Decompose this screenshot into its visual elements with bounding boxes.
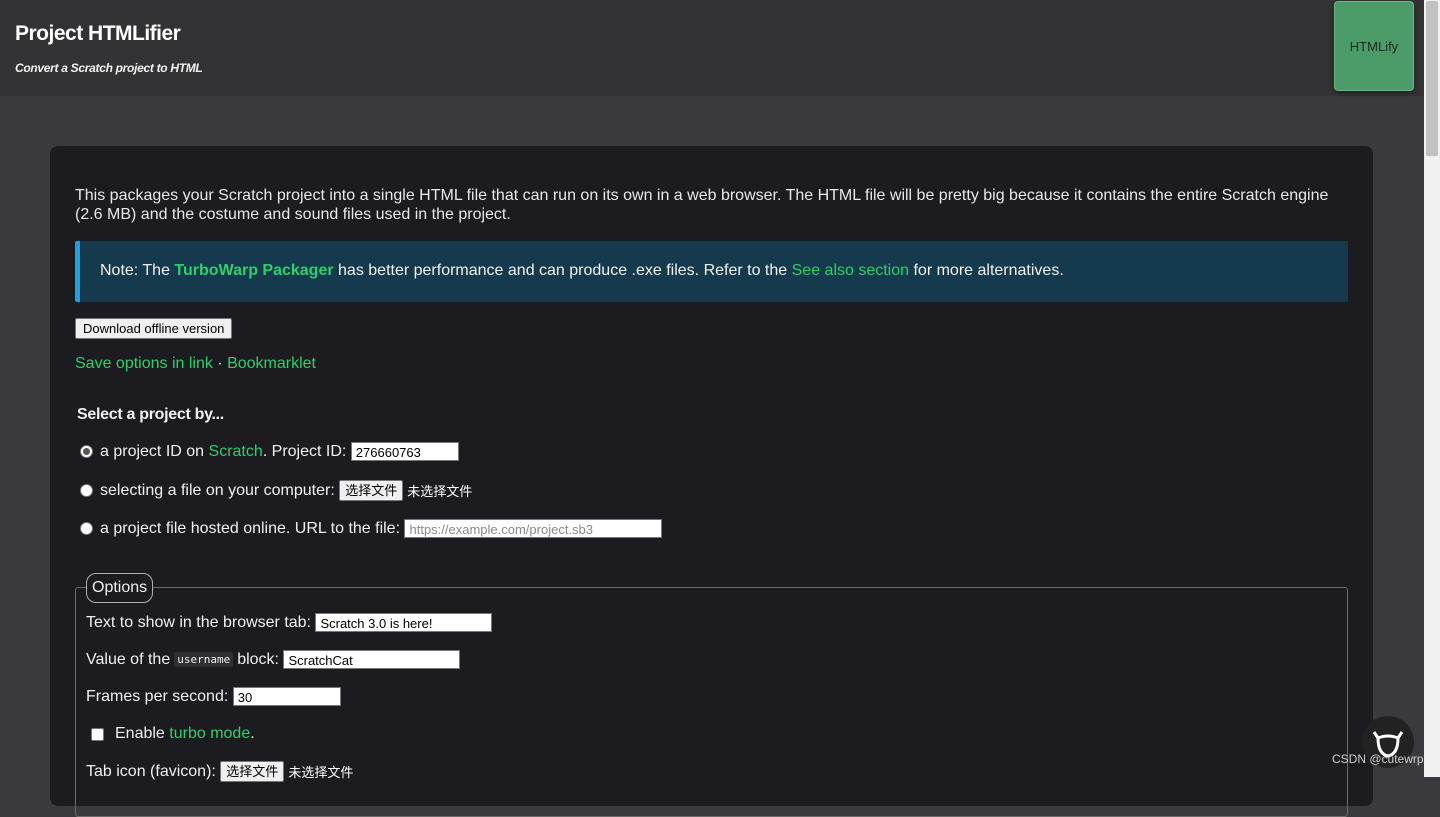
note-prefix: Note: The (100, 262, 175, 279)
scrollbar-thumb[interactable] (1426, 1, 1438, 156)
username-code: username (174, 652, 234, 667)
project-id-input[interactable]: 276660763 (350, 442, 459, 461)
username-label: Value of the (86, 650, 171, 668)
option-tab-text: Text to show in the browser tab: Scratch… (86, 613, 493, 632)
csdn-watermark: CSDN @cutewrp (1332, 752, 1424, 766)
turbo-mode-link[interactable]: turbo mode (169, 725, 250, 743)
intro-text: This packages your Scratch project into … (75, 187, 1329, 223)
links-row: Save options in link · Bookmarklet (75, 355, 316, 373)
fps-label: Frames per second: (86, 687, 229, 705)
htmlify-button[interactable]: HTMLify (1334, 1, 1414, 91)
project-url-input[interactable]: https://example.com/project.sb3 (404, 519, 663, 538)
option-project-id: a project ID on Scratch. Project ID: 276… (80, 442, 459, 461)
project-id-label: a project ID on (100, 442, 205, 460)
choose-file-button[interactable]: 选择文件 (339, 480, 404, 501)
option-fps: Frames per second: 30 (86, 687, 341, 706)
note-text: Note: The TurboWarp Packager has better … (100, 262, 1064, 280)
turbo-checkbox[interactable] (91, 727, 104, 741)
options-legend: Options (86, 573, 154, 603)
file-radio[interactable] (80, 484, 93, 497)
see-also-link[interactable]: See also section (792, 262, 909, 279)
turbo-suffix: . (250, 725, 255, 742)
favicon-status: 未选择文件 (288, 765, 354, 780)
project-id-suffix: . Project ID: (262, 442, 347, 460)
note-suffix: for more alternatives. (909, 262, 1064, 279)
favicon-choose-button[interactable]: 选择文件 (220, 761, 285, 782)
page-scrollbar[interactable] (1424, 0, 1440, 777)
option-username: Value of the username block: ScratchCat (86, 650, 461, 669)
note-middle: has better performance and can produce .… (333, 262, 792, 279)
bookmarklet-link[interactable]: Bookmarklet (227, 355, 316, 372)
option-url: a project file hosted online. URL to the… (80, 519, 663, 538)
option-file: selecting a file on your computer: 选择文件未… (80, 480, 472, 501)
note-callout: Note: The TurboWarp Packager has better … (75, 241, 1348, 302)
fps-input[interactable]: 30 (232, 687, 341, 706)
option-turbo: Enable turbo mode. (86, 725, 255, 743)
scratch-link[interactable]: Scratch (209, 443, 263, 461)
file-label: selecting a file on your computer: (100, 481, 335, 499)
username-suffix: block: (237, 650, 279, 668)
select-project-heading: Select a project by... (77, 406, 224, 423)
tab-text-label: Text to show in the browser tab: (86, 613, 311, 631)
username-input[interactable]: ScratchCat (283, 650, 461, 669)
url-label: a project file hosted online. URL to the… (100, 519, 401, 537)
save-options-link[interactable]: Save options in link (75, 355, 213, 372)
download-offline-button[interactable]: Download offline version (75, 318, 233, 339)
app-subtitle: Convert a Scratch project to HTML (15, 61, 203, 75)
tab-text-input[interactable]: Scratch 3.0 is here! (315, 613, 493, 632)
page-header: Project HTMLifier Convert a Scratch proj… (0, 0, 1424, 96)
app-title: Project HTMLifier (15, 22, 181, 45)
turbo-label: Enable (115, 725, 165, 742)
url-radio[interactable] (80, 522, 93, 535)
favicon-label: Tab icon (favicon): (86, 762, 216, 780)
option-favicon: Tab icon (favicon): 选择文件 未选择文件 (86, 761, 353, 782)
links-separator: · (212, 355, 228, 372)
file-status: 未选择文件 (407, 484, 473, 499)
project-id-radio[interactable] (80, 445, 93, 458)
turbowarp-packager-link[interactable]: TurboWarp Packager (174, 262, 333, 279)
